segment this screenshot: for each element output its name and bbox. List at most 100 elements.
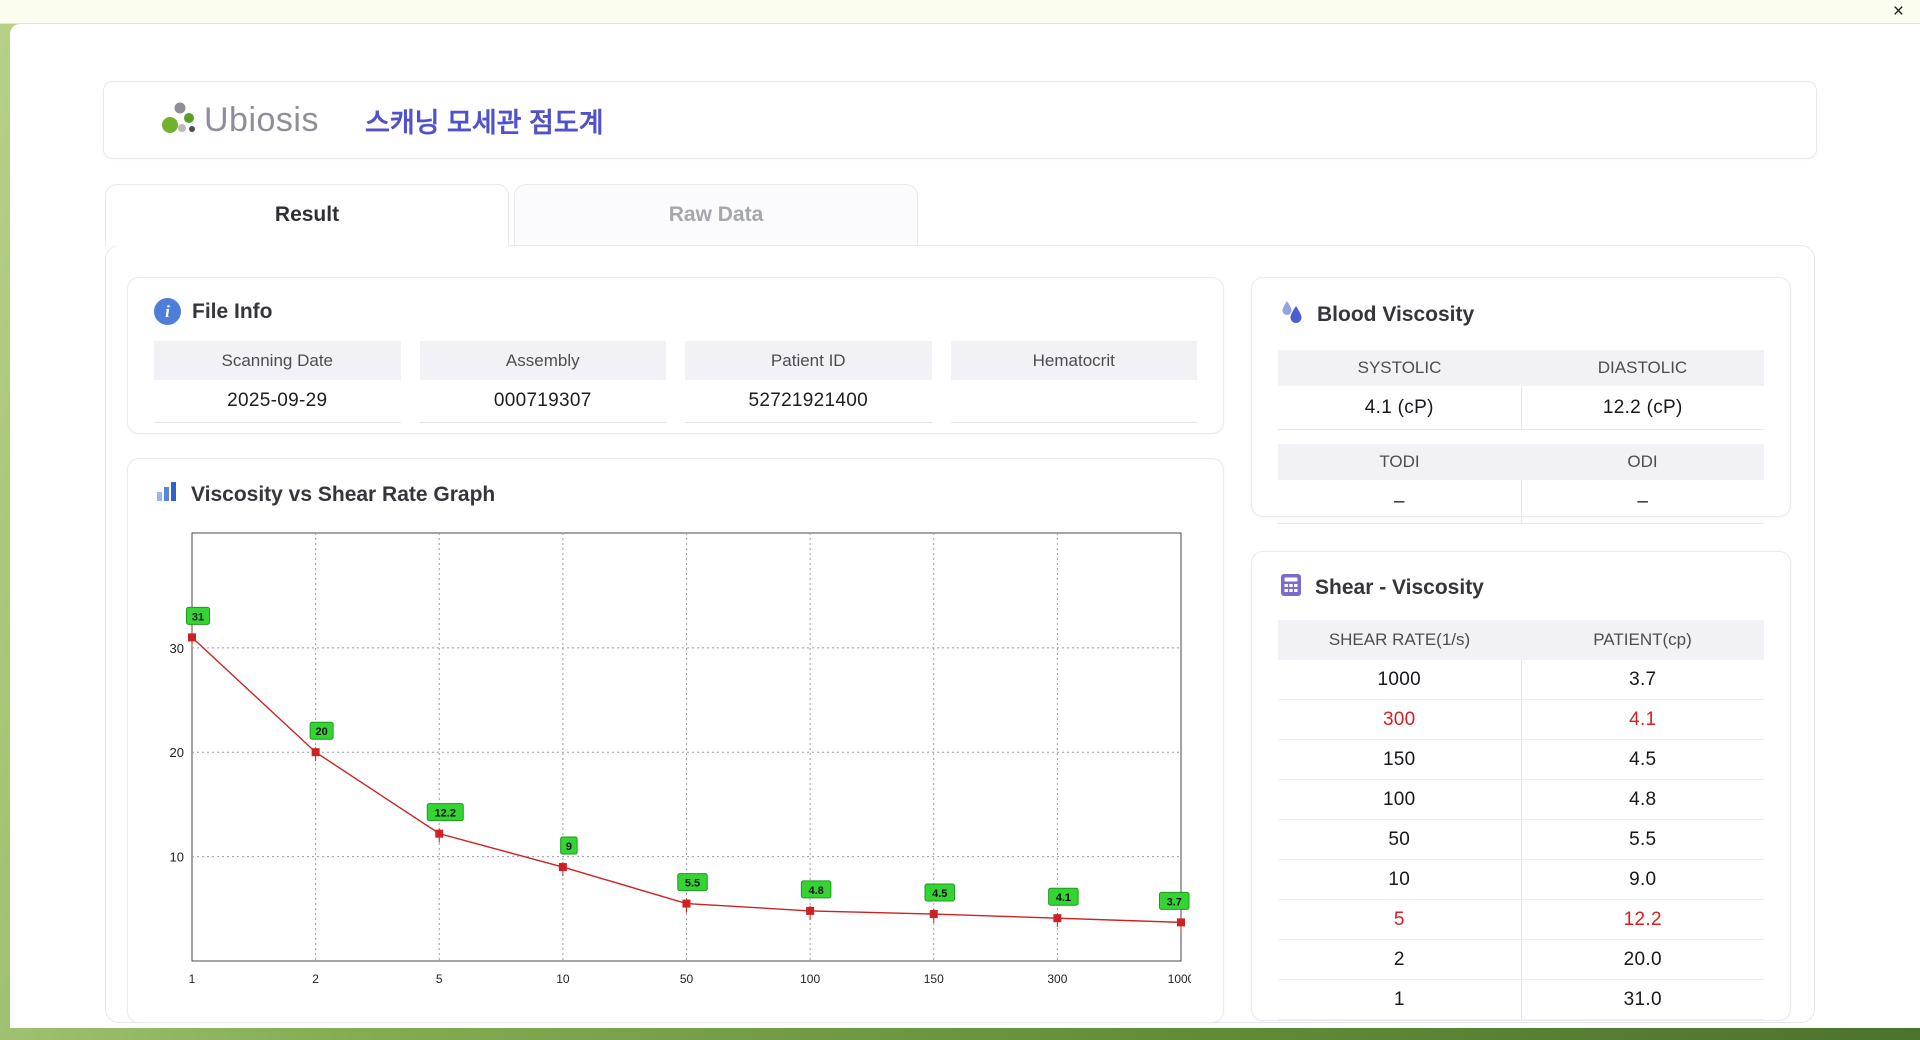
- svg-text:3.7: 3.7: [1167, 896, 1182, 908]
- svg-text:150: 150: [924, 972, 944, 986]
- svg-text:20: 20: [170, 745, 184, 760]
- shear-viscosity-title: Shear - Viscosity: [1252, 552, 1790, 604]
- patient-value-cell: 5.5: [1521, 820, 1764, 860]
- shear-rate-cell: 100: [1278, 780, 1522, 820]
- app-header: Ubiosis 스캐닝 모세관 점도계: [103, 81, 1817, 159]
- svg-text:12.2: 12.2: [435, 808, 456, 820]
- table-row: 1 31.0: [1278, 980, 1764, 1020]
- shear-rate-cell: 150: [1278, 740, 1522, 780]
- tab-result[interactable]: Result: [105, 184, 509, 246]
- file-info-fields: Scanning Date 2025-09-29 Assembly 000719307…: [154, 341, 1197, 423]
- svg-text:10: 10: [556, 972, 570, 986]
- field-label: Scanning Date: [154, 341, 401, 380]
- viscosity-chart: 10 20 30 1 2 5 10 50 100 150 300 1000 31 20 12.2 9 5.5 4.…: [170, 532, 1195, 986]
- svg-text:4.5: 4.5: [932, 888, 947, 900]
- graph-card: Viscosity vs Shear Rate Graph 10 20 30 1 2 5 1…: [127, 458, 1224, 1023]
- info-icon: i: [154, 298, 181, 325]
- bv-value-row: – –: [1278, 480, 1764, 524]
- svg-text:9: 9: [566, 841, 572, 853]
- bv-header-cell: SYSTOLIC: [1357, 358, 1442, 377]
- shear-viscosity-title-text: Shear - Viscosity: [1315, 576, 1484, 599]
- bv-header-cell: DIASTOLIC: [1597, 358, 1688, 377]
- field-value: 52721921400: [685, 380, 932, 423]
- page-title: 스캐닝 모세관 점도계: [364, 107, 604, 138]
- bv-value-cell: 4.1 (cP): [1278, 386, 1522, 430]
- patient-value-cell: 4.1: [1521, 700, 1764, 740]
- tab-raw-data[interactable]: Raw Data: [514, 184, 918, 246]
- svg-text:5: 5: [436, 972, 443, 986]
- bv-header-cell: ODI: [1627, 452, 1658, 471]
- file-info-field: Scanning Date 2025-09-29: [154, 341, 401, 423]
- field-label: Patient ID: [685, 341, 932, 380]
- shear-rate-cell: 50: [1278, 820, 1522, 860]
- window-titlebar: ×: [0, 0, 1920, 24]
- shear-header-row: SHEAR RATE(1/s) PATIENT(cp): [1278, 620, 1764, 660]
- bv-value-cell: 12.2 (cP): [1521, 386, 1764, 430]
- bv-value-cell: –: [1278, 480, 1522, 524]
- bv-header-cell: TODI: [1379, 452, 1420, 471]
- file-info-title-text: File Info: [192, 299, 273, 323]
- table-row: 1000 3.7: [1278, 660, 1764, 700]
- chart-wrap: 10 20 30 1 2 5 10 50 100 150 300 1000 31 20 12.2 9 5.5 4.…: [156, 525, 1223, 1000]
- patient-value-cell: 3.7: [1521, 660, 1764, 700]
- blood-viscosity-pair: TODI ODI – –: [1278, 444, 1764, 524]
- shear-rate-cell: 300: [1278, 700, 1522, 740]
- svg-text:30: 30: [170, 641, 184, 656]
- file-info-card: i File Info Scanning Date 2025-09-29 Assem…: [127, 277, 1224, 434]
- blood-viscosity-card: Blood Viscosity SYSTOLIC DIASTOLIC 4.1 (cP…: [1251, 277, 1791, 524]
- tab-bar: Result Raw Data: [105, 184, 923, 246]
- table-row: 100 4.8: [1278, 780, 1764, 820]
- svg-text:20: 20: [316, 726, 328, 738]
- shear-rate-cell: 1: [1278, 980, 1522, 1020]
- shear-rate-cell: 5: [1278, 900, 1522, 940]
- shear-header-cell: SHEAR RATE(1/s): [1328, 630, 1471, 649]
- bv-header-row: SYSTOLIC DIASTOLIC: [1278, 350, 1764, 386]
- svg-text:31: 31: [192, 611, 204, 623]
- table-row: 10 9.0: [1278, 860, 1764, 900]
- field-label: Assembly: [419, 341, 666, 380]
- shear-header-cell: PATIENT(cp): [1593, 630, 1692, 649]
- bv-header-row: TODI ODI: [1278, 444, 1764, 480]
- svg-text:5.5: 5.5: [685, 878, 700, 890]
- patient-value-cell: 12.2: [1521, 900, 1764, 940]
- svg-text:4.8: 4.8: [808, 885, 823, 897]
- svg-text:10: 10: [170, 850, 184, 865]
- field-label: Hematocrit: [950, 341, 1197, 380]
- field-value: [950, 380, 1197, 423]
- svg-text:50: 50: [680, 972, 694, 986]
- file-info-field: Assembly 000719307: [419, 341, 666, 423]
- shear-rate-cell: 2: [1278, 940, 1522, 980]
- logo-text: Ubiosis: [204, 100, 319, 139]
- shear-viscosity-card: Shear - Viscosity SHEAR RATE(1/s) PATIENT…: [1251, 551, 1791, 1021]
- close-icon[interactable]: ×: [1893, 1, 1904, 23]
- graph-title-text: Viscosity vs Shear Rate Graph: [191, 483, 496, 506]
- calculator-icon: [1278, 572, 1304, 604]
- graph-title: Viscosity vs Shear Rate Graph: [128, 459, 1223, 511]
- droplet-icon: [1278, 298, 1306, 332]
- field-value: 000719307: [419, 380, 666, 423]
- field-value: 2025-09-29: [154, 380, 401, 423]
- blood-viscosity-title: Blood Viscosity: [1252, 278, 1790, 332]
- patient-value-cell: 4.5: [1521, 740, 1764, 780]
- file-info-field: Hematocrit: [950, 341, 1197, 423]
- blood-viscosity-table: SYSTOLIC DIASTOLIC 4.1 (cP) 12.2 (cP) TODI OD…: [1278, 350, 1764, 524]
- patient-value-cell: 31.0: [1521, 980, 1764, 1020]
- svg-text:300: 300: [1047, 972, 1067, 986]
- bv-value-cell: –: [1521, 480, 1764, 524]
- app-window: Ubiosis 스캐닝 모세관 점도계 Result Raw Data i Fi…: [10, 24, 1920, 1028]
- table-row: 150 4.5: [1278, 740, 1764, 780]
- svg-text:2: 2: [312, 972, 319, 986]
- logo-dots-icon: [158, 98, 200, 143]
- table-row: 5 12.2: [1278, 900, 1764, 940]
- patient-value-cell: 9.0: [1521, 860, 1764, 900]
- blood-viscosity-pair: SYSTOLIC DIASTOLIC 4.1 (cP) 12.2 (cP): [1278, 350, 1764, 430]
- shear-rate-cell: 1000: [1278, 660, 1522, 700]
- svg-text:4.1: 4.1: [1056, 892, 1071, 904]
- shear-viscosity-table: SHEAR RATE(1/s) PATIENT(cp) 1000 3.7 300 4.1 1…: [1278, 620, 1764, 1020]
- shear-rate-cell: 10: [1278, 860, 1522, 900]
- file-info-field: Patient ID 52721921400: [685, 341, 932, 423]
- bv-value-row: 4.1 (cP) 12.2 (cP): [1278, 386, 1764, 430]
- table-row: 2 20.0: [1278, 940, 1764, 980]
- patient-value-cell: 20.0: [1521, 940, 1764, 980]
- svg-text:1: 1: [189, 972, 196, 986]
